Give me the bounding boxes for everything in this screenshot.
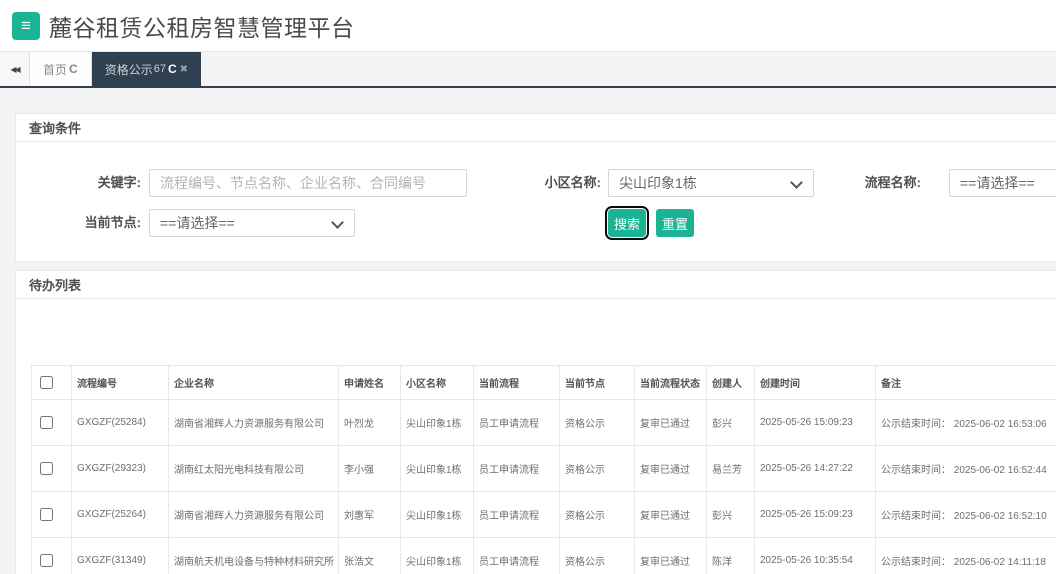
table-cell: 尖山印象1栋 xyxy=(401,400,474,446)
tab-home-label: 首页 xyxy=(43,61,67,78)
table-cell: 尖山印象1栋 xyxy=(401,492,474,538)
table-cell: 彭兴 xyxy=(707,400,755,446)
table-cell: 复审已通过 xyxy=(635,492,707,538)
todo-panel-title: 待办列表 xyxy=(16,271,1056,299)
table-cell: GXGZF(25264) xyxy=(72,492,169,538)
table-cell: 员工申请流程 xyxy=(474,446,560,492)
current-node-label: 当前节点: xyxy=(31,209,141,237)
table-cell: 湖南红太阳光电科技有限公司 xyxy=(169,446,339,492)
process-name-select[interactable]: ==请选择== xyxy=(949,169,1056,197)
app-title: 麓谷租赁公租房智慧管理平台 xyxy=(49,9,355,43)
table-cell: 员工申请流程 xyxy=(474,492,560,538)
row-checkbox-cell xyxy=(32,446,72,492)
table-cell: 公示结束时间： 2025-06-02 16:52:10 xyxy=(876,492,1056,538)
current-node-select-wrap: ==请选择== xyxy=(149,209,355,237)
table-row: GXGZF(25284)湖南省湘辉人力资源服务有限公司叶烈龙尖山印象1栋员工申请… xyxy=(32,400,1056,446)
query-panel: 查询条件 关键字: 小区名称: 尖山印象1栋 流程名称: ==请选择== 当前节… xyxy=(15,113,1056,262)
column-header-2: 申请姓名 xyxy=(339,366,401,400)
table-cell: 2025-05-26 10:35:54 xyxy=(755,538,876,574)
select-all-checkbox[interactable] xyxy=(40,376,53,389)
table-header-row: 流程编号企业名称申请姓名小区名称当前流程当前节点当前流程状态创建人创建时间备注 xyxy=(32,366,1056,400)
table-cell: 尖山印象1栋 xyxy=(401,446,474,492)
close-tab-icon[interactable]: ✖ xyxy=(180,64,188,75)
table-cell: GXGZF(29323) xyxy=(72,446,169,492)
row-checkbox-cell xyxy=(32,538,72,574)
table-row: GXGZF(31349)湖南航天机电设备与特种材料研究所张浩文尖山印象1栋员工申… xyxy=(32,538,1056,574)
table-cell: 湖南省湘辉人力资源服务有限公司 xyxy=(169,492,339,538)
refresh-icon[interactable]: C xyxy=(69,62,78,76)
table-cell: GXGZF(25284) xyxy=(72,400,169,446)
table-cell: 彭兴 xyxy=(707,492,755,538)
table-cell: 资格公示 xyxy=(560,492,635,538)
column-header-7: 创建人 xyxy=(707,366,755,400)
row-checkbox-cell xyxy=(32,492,72,538)
table-cell: 2025-05-26 15:09:23 xyxy=(755,400,876,446)
table-cell: 2025-05-26 15:09:23 xyxy=(755,492,876,538)
table-cell: 资格公示 xyxy=(560,446,635,492)
table-cell: 复审已通过 xyxy=(635,538,707,574)
current-node-select[interactable]: ==请选择== xyxy=(149,209,355,237)
table-cell: 湖南省湘辉人力资源服务有限公司 xyxy=(169,400,339,446)
table-row: GXGZF(25264)湖南省湘辉人力资源服务有限公司刘惠军尖山印象1栋员工申请… xyxy=(32,492,1056,538)
community-select-wrap: 尖山印象1栋 xyxy=(608,169,814,197)
todo-table: 流程编号企业名称申请姓名小区名称当前流程当前节点当前流程状态创建人创建时间备注G… xyxy=(31,365,1056,574)
row-checkbox[interactable] xyxy=(40,554,53,567)
row-checkbox-cell xyxy=(32,400,72,446)
query-panel-title: 查询条件 xyxy=(16,114,1056,142)
table-cell: 叶烈龙 xyxy=(339,400,401,446)
refresh-icon[interactable]: C xyxy=(168,62,177,76)
table-cell: 员工申请流程 xyxy=(474,538,560,574)
reset-button[interactable]: 重置 xyxy=(656,209,694,237)
table-cell: 资格公示 xyxy=(560,400,635,446)
table-cell: 公示结束时间： 2025-06-02 16:53:06 xyxy=(876,400,1056,446)
todo-body: 流程编号企业名称申请姓名小区名称当前流程当前节点当前流程状态创建人创建时间备注G… xyxy=(16,299,1056,574)
table-cell: 尖山印象1栋 xyxy=(401,538,474,574)
table-cell: 公示结束时间： 2025-06-02 14:11:18 xyxy=(876,538,1056,574)
page-content: 查询条件 关键字: 小区名称: 尖山印象1栋 流程名称: ==请选择== 当前节… xyxy=(0,88,1056,574)
table-cell: 李小强 xyxy=(339,446,401,492)
collapse-tabs-icon[interactable]: ◀◀ xyxy=(0,52,30,86)
table-cell: 复审已通过 xyxy=(635,400,707,446)
row-checkbox[interactable] xyxy=(40,416,53,429)
process-name-label: 流程名称: xyxy=(811,169,921,197)
search-button[interactable]: 搜索 xyxy=(608,209,646,237)
table-cell: 资格公示 xyxy=(560,538,635,574)
query-form: 关键字: 小区名称: 尖山印象1栋 流程名称: ==请选择== 当前节点: ==… xyxy=(16,142,1056,262)
keyword-input[interactable] xyxy=(149,169,467,197)
tab-active-label: 资格公示 xyxy=(105,61,153,78)
table-cell: 刘惠军 xyxy=(339,492,401,538)
column-header-8: 创建时间 xyxy=(755,366,876,400)
tab-home[interactable]: 首页C xyxy=(30,52,92,86)
column-header-4: 当前流程 xyxy=(474,366,560,400)
column-header-5: 当前节点 xyxy=(560,366,635,400)
tab-bar: ◀◀ 首页C 资格公示67C✖ xyxy=(0,52,1056,88)
column-header-3: 小区名称 xyxy=(401,366,474,400)
table-cell: 员工申请流程 xyxy=(474,400,560,446)
column-header-1: 企业名称 xyxy=(169,366,339,400)
process-name-select-wrap: ==请选择== xyxy=(949,169,1056,197)
column-header-6: 当前流程状态 xyxy=(635,366,707,400)
row-checkbox[interactable] xyxy=(40,508,53,521)
todo-panel: 待办列表 流程编号企业名称申请姓名小区名称当前流程当前节点当前流程状态创建人创建… xyxy=(15,270,1056,574)
keyword-label: 关键字: xyxy=(31,169,141,197)
column-header-9: 备注 xyxy=(876,366,1056,400)
tab-count-badge: 67 xyxy=(154,63,166,75)
tab-qualification-publicity[interactable]: 资格公示67C✖ xyxy=(92,52,201,86)
app-header: ≡ 麓谷租赁公租房智慧管理平台 xyxy=(0,0,1056,52)
row-checkbox[interactable] xyxy=(40,462,53,475)
column-header-0: 流程编号 xyxy=(72,366,169,400)
table-cell: GXGZF(31349) xyxy=(72,538,169,574)
table-cell: 张浩文 xyxy=(339,538,401,574)
table-cell: 复审已通过 xyxy=(635,446,707,492)
table-cell: 易兰芳 xyxy=(707,446,755,492)
table-cell: 公示结束时间： 2025-06-02 16:52:44 xyxy=(876,446,1056,492)
table-row: GXGZF(29323)湖南红太阳光电科技有限公司李小强尖山印象1栋员工申请流程… xyxy=(32,446,1056,492)
community-label: 小区名称: xyxy=(491,169,601,197)
select-all-cell xyxy=(32,366,72,400)
community-select[interactable]: 尖山印象1栋 xyxy=(608,169,814,197)
table-cell: 陈洋 xyxy=(707,538,755,574)
table-cell: 2025-05-26 14:27:22 xyxy=(755,446,876,492)
table-cell: 湖南航天机电设备与特种材料研究所 xyxy=(169,538,339,574)
hamburger-menu-icon[interactable]: ≡ xyxy=(12,12,40,40)
